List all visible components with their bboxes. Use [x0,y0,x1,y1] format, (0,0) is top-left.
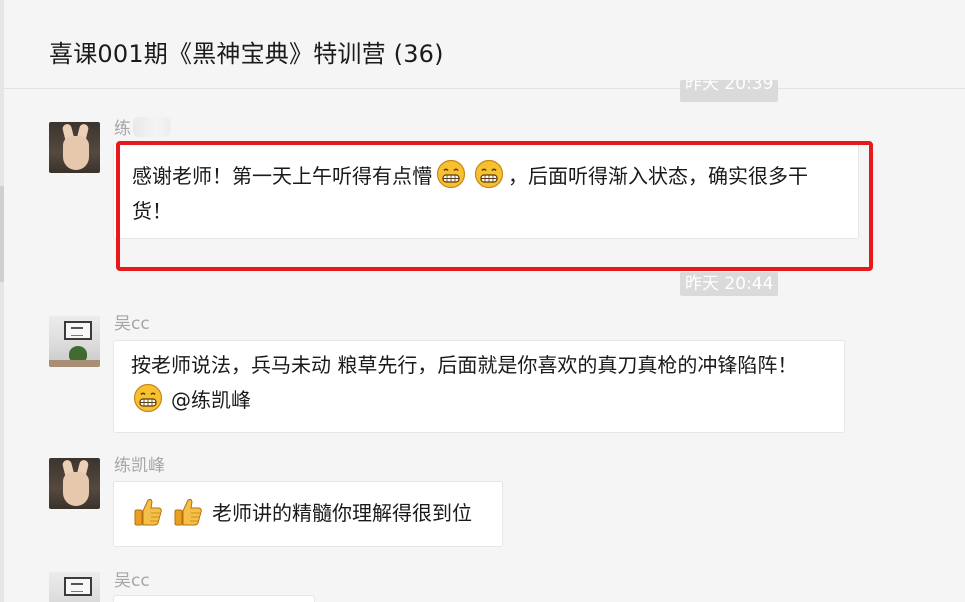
red-highlight-box [116,141,873,271]
blurred-name [133,117,171,137]
mention-link[interactable]: @练凯峰 [171,388,251,412]
left-panel-edge [0,0,4,602]
timestamp-2: 昨天 20:44 [680,272,779,296]
timestamp-1: 昨天 20:39 [680,80,779,102]
chat-header: 喜课001期《黑神宝典》特训营 (36) [4,0,965,89]
chat-window: 喜课001期《黑神宝典》特训营 (36) 昨天 20:39 昨天 20:44 练… [0,0,965,602]
thumbs-up-icon [174,498,202,526]
avatar[interactable] [49,122,100,173]
sender-name: 练 [114,114,171,139]
avatar[interactable] [49,316,100,367]
thumbs-up-icon [134,498,162,526]
message-text: 按老师说法，兵马未动 粮草先行，后面就是你喜欢的真刀真枪的冲锋陷阵！ [131,353,798,377]
message-bubble[interactable]: 老师讲的精髓你理解得很到位 [113,481,503,547]
sender-name: 吴cc [114,314,150,334]
sender-name: 练凯峰 [114,456,165,476]
chat-title: 喜课001期《黑神宝典》特训营 (36) [49,40,444,68]
timestamp-1-text: 昨天 20:39 [685,80,774,94]
message-text: 老师讲的精髓你理解得很到位 [212,501,472,525]
scroll-indicator[interactable] [0,186,4,282]
message-bubble[interactable]: 按老师说法，兵马未动 粮草先行，后面就是你喜欢的真刀真枪的冲锋陷阵！ @练凯峰 [113,340,845,433]
grin-emoji-icon [133,383,163,413]
avatar[interactable] [49,458,100,509]
avatar[interactable] [49,572,100,602]
sender-name-text: 练 [114,119,131,139]
message-bubble[interactable] [113,595,315,602]
sender-name: 吴cc [114,571,150,591]
